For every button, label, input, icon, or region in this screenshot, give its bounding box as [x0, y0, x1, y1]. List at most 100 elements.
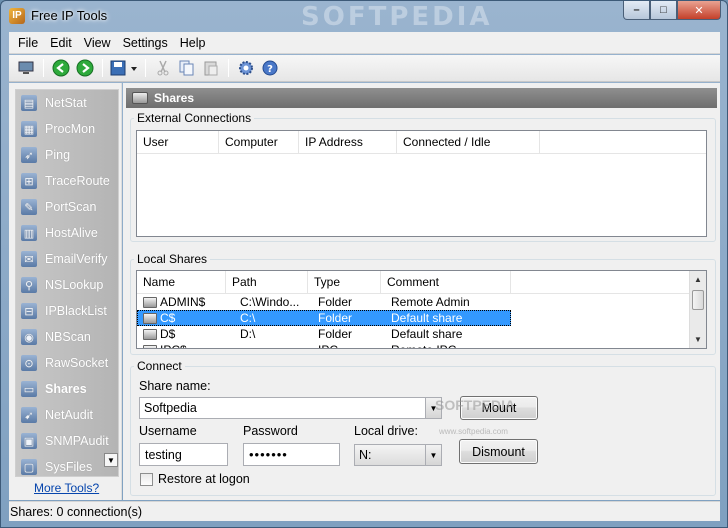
column-name[interactable]: Name — [137, 271, 226, 293]
panel-header: Shares — [126, 88, 717, 108]
back-icon[interactable] — [50, 57, 72, 79]
settings-icon[interactable] — [235, 57, 257, 79]
sidebar-item-rawsocket[interactable]: ⊙ RawSocket — [16, 350, 118, 376]
sidebar-item-label: Ping — [45, 148, 71, 162]
scroll-up-icon[interactable]: ▲ — [690, 271, 706, 288]
column-ip-address[interactable]: IP Address — [299, 131, 397, 153]
share-comment-cell: Remote Admin — [391, 295, 470, 309]
column-connected-idle[interactable]: Connected / Idle — [397, 131, 540, 153]
menu-view[interactable]: View — [78, 36, 117, 50]
monitor-icon[interactable] — [15, 57, 37, 79]
local-drive-combo[interactable]: N: ▼ — [354, 444, 442, 466]
local-shares-header: Name Path Type Comment — [137, 271, 689, 294]
sidebar-item-procmon[interactable]: ▦ ProcMon — [16, 116, 118, 142]
sidebar-item-traceroute[interactable]: ⊞ TraceRoute — [16, 168, 118, 194]
share-name-text: ADMIN$ — [160, 295, 206, 309]
shares-icon: ▭ — [21, 381, 37, 397]
title-bar[interactable]: IP Free IP Tools SOFTPEDIA – □ ✕ — [1, 1, 727, 32]
traceroute-icon: ⊞ — [21, 173, 37, 189]
table-row[interactable]: IPC$ IPCRemote IPC — [137, 342, 511, 348]
menu-help[interactable]: Help — [174, 36, 212, 50]
drive-icon — [143, 313, 157, 325]
sidebar-item-emailverify[interactable]: ✉ EmailVerify — [16, 246, 118, 272]
table-row[interactable]: D$ D:\ Folder Default share — [137, 326, 511, 342]
toolbar: ? — [9, 55, 720, 82]
sidebar-scroll-down-icon[interactable]: ▼ — [104, 453, 118, 467]
sidebar-item-label: NSLookup — [45, 278, 104, 292]
share-name-label: Share name: — [139, 379, 211, 393]
table-row[interactable]: C$ C:\ Folder Default share — [137, 310, 511, 326]
chevron-down-icon[interactable]: ▼ — [425, 445, 441, 465]
sidebar-item-snmpaudit[interactable]: ▣ SNMPAudit — [16, 428, 118, 454]
svg-text:?: ? — [267, 64, 273, 75]
sidebar: ▤ NetStat ▦ ProcMon ➶ Ping ⊞ TraceRoute ✎ PortSca… — [9, 83, 122, 500]
rawsocket-icon: ⊙ — [21, 355, 37, 371]
sidebar-item-ping[interactable]: ➶ Ping — [16, 142, 118, 168]
netaudit-icon: ➹ — [21, 407, 37, 423]
username-field[interactable]: testing — [139, 443, 228, 466]
dismount-button[interactable]: Dismount — [459, 439, 538, 464]
checkbox-box[interactable] — [140, 472, 153, 486]
share-name-combo[interactable]: Softpedia ▼ — [139, 397, 442, 419]
sidebar-item-portscan[interactable]: ✎ PortScan — [16, 194, 118, 220]
sidebar-item-label: IPBlackList — [45, 304, 107, 318]
external-connections-list[interactable]: User Computer IP Address Connected / Idl… — [136, 130, 707, 237]
menu-settings[interactable]: Settings — [117, 36, 174, 50]
main-content: Shares External Connections User Compute… — [123, 83, 720, 500]
sidebar-item-nslookup[interactable]: ⚲ NSLookup — [16, 272, 118, 298]
minimize-button[interactable]: – — [623, 1, 650, 20]
share-name-text: IPC$ — [160, 343, 187, 348]
column-path[interactable]: Path — [226, 271, 308, 293]
softpedia-url: www.softpedia.com — [439, 427, 508, 436]
sidebar-item-label: EmailVerify — [45, 252, 108, 266]
close-button[interactable]: ✕ — [677, 1, 721, 20]
local-shares-scrollbar[interactable]: ▲ ▼ — [689, 271, 706, 348]
more-tools-link[interactable]: More Tools? — [34, 481, 99, 495]
copy-icon[interactable] — [176, 57, 198, 79]
external-connections-label: External Connections — [134, 111, 255, 125]
share-type-cell: Folder — [318, 327, 353, 341]
restore-at-logon-checkbox[interactable]: Restore at logon — [140, 472, 250, 486]
save-icon[interactable] — [109, 57, 139, 79]
scroll-thumb[interactable] — [692, 290, 704, 310]
scroll-down-icon[interactable]: ▼ — [690, 331, 706, 348]
share-path-cell: C:\ — [240, 311, 256, 325]
sidebar-item-netaudit[interactable]: ➹ NetAudit — [16, 402, 118, 428]
share-name-cell: ADMIN$ — [137, 295, 226, 309]
share-comment-cell: Default share — [391, 327, 463, 341]
cut-icon[interactable] — [152, 57, 174, 79]
paste-icon[interactable] — [200, 57, 222, 79]
share-name-cell: IPC$ — [137, 343, 226, 348]
local-shares-label: Local Shares — [134, 252, 211, 266]
password-field[interactable]: ••••••• — [243, 443, 340, 466]
hostalive-icon: ▥ — [21, 225, 37, 241]
column-type[interactable]: Type — [308, 271, 381, 293]
forward-icon[interactable] — [74, 57, 96, 79]
sidebar-item-nbscan[interactable]: ◉ NBScan — [16, 324, 118, 350]
portscan-icon: ✎ — [21, 199, 37, 215]
sidebar-item-shares[interactable]: ▭ Shares — [16, 376, 118, 402]
panel-title: Shares — [154, 91, 195, 105]
sidebar-item-ipblacklist[interactable]: ⊟ IPBlackList — [16, 298, 118, 324]
column-computer[interactable]: Computer — [219, 131, 299, 153]
sidebar-item-hostalive[interactable]: ▥ HostAlive — [16, 220, 118, 246]
column-comment[interactable]: Comment — [381, 271, 511, 293]
menu-edit[interactable]: Edit — [44, 36, 78, 50]
emailverify-icon: ✉ — [21, 251, 37, 267]
ping-icon: ➶ — [21, 147, 37, 163]
netstat-icon: ▤ — [21, 95, 37, 111]
sidebar-item-sysfiles[interactable]: ▢ SysFiles — [16, 454, 118, 476]
shares-header-icon — [132, 92, 148, 104]
help-icon[interactable]: ? — [259, 57, 281, 79]
share-type-cell: IPC — [308, 343, 381, 348]
app-window: IP Free IP Tools SOFTPEDIA – □ ✕ File Ed… — [0, 0, 728, 528]
column-user[interactable]: User — [137, 131, 219, 153]
table-row[interactable]: ADMIN$ C:\Windo... Folder Remote Admin — [137, 294, 511, 310]
toolbar-separator — [43, 59, 44, 77]
share-name-value: Softpedia — [144, 401, 197, 415]
menu-file[interactable]: File — [12, 36, 44, 50]
sidebar-item-netstat[interactable]: ▤ NetStat — [16, 90, 118, 116]
restore-at-logon-label: Restore at logon — [158, 472, 250, 486]
local-shares-list[interactable]: Name Path Type Comment ADMIN$ C:\Windo...… — [136, 270, 707, 349]
maximize-button[interactable]: □ — [650, 1, 677, 20]
